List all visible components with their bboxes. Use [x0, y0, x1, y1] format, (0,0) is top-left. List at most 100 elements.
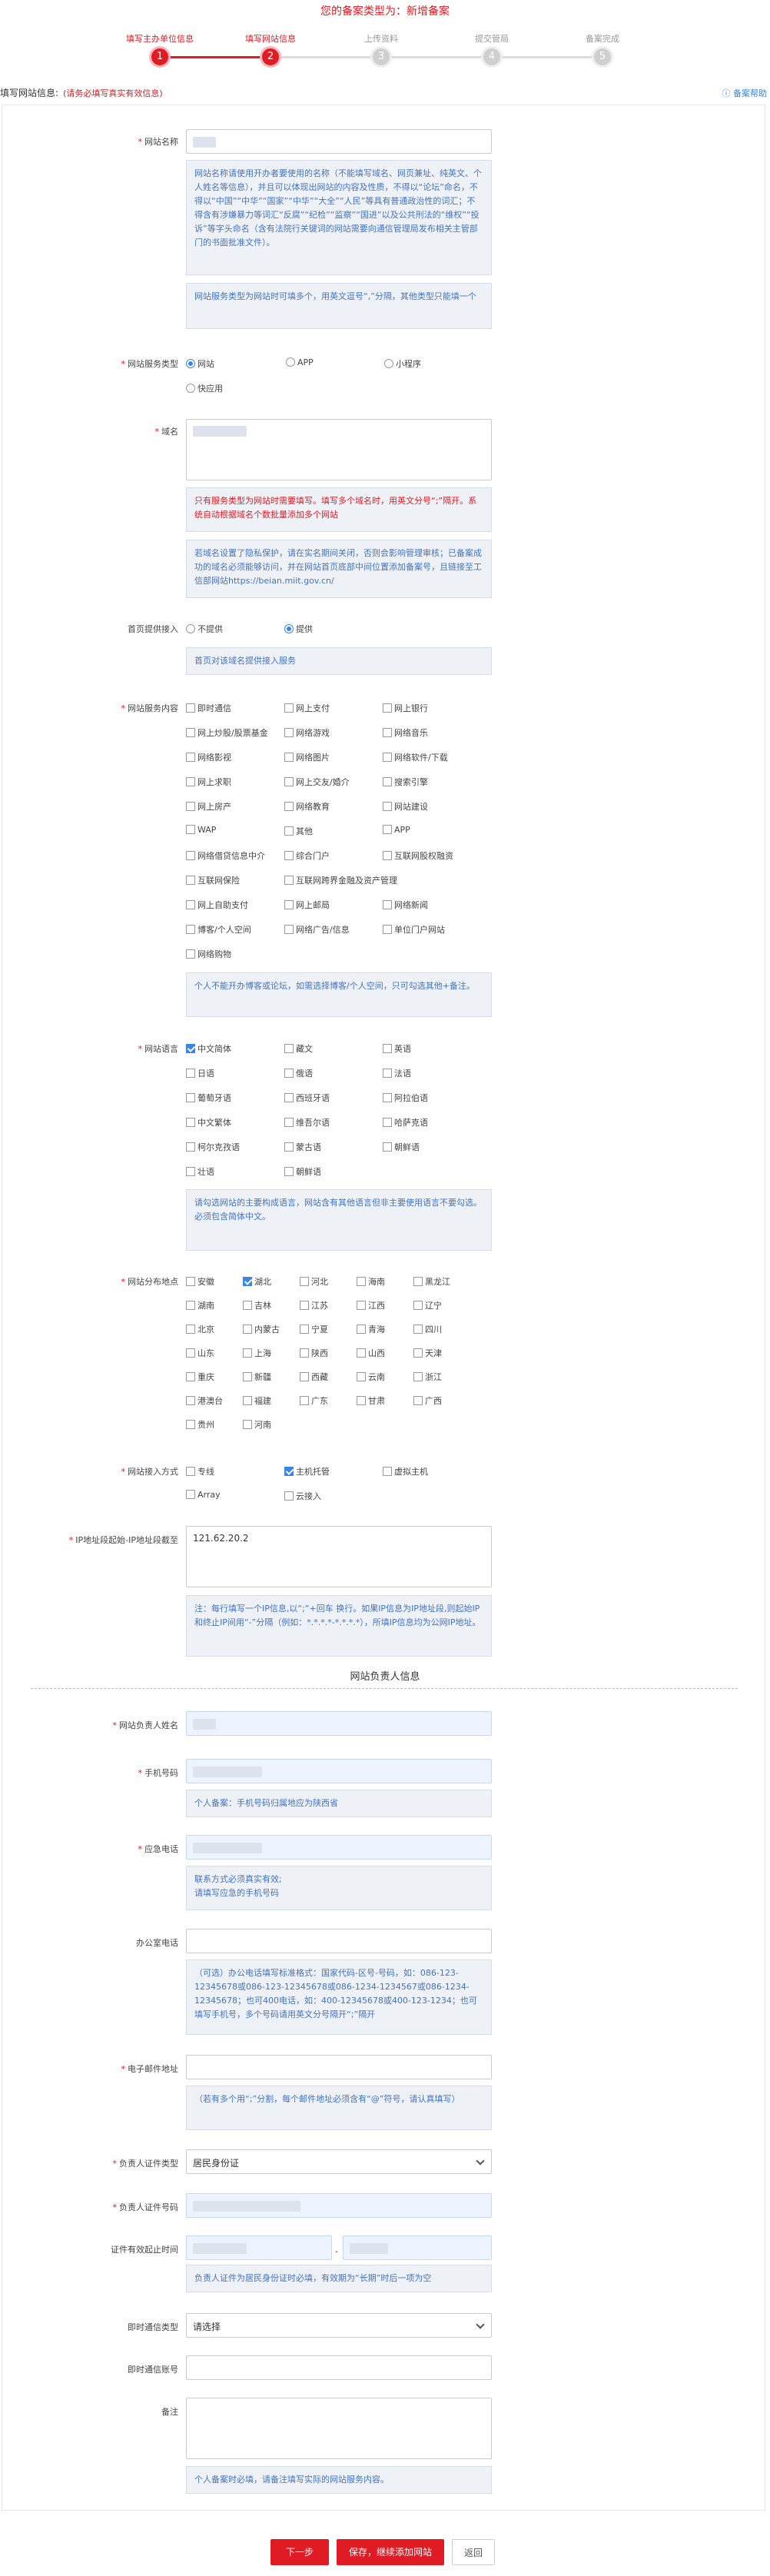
checkbox-icon[interactable]: [383, 1069, 392, 1078]
site-name-input[interactable]: [186, 129, 492, 154]
access-option[interactable]: 不提供: [186, 623, 223, 635]
checkbox-icon[interactable]: [243, 1372, 252, 1381]
help-link[interactable]: ⓘ 备案帮助: [722, 87, 768, 99]
checkbox-icon[interactable]: [413, 1277, 423, 1286]
checkbox-icon[interactable]: [413, 1301, 423, 1310]
content-option[interactable]: 综合门户: [284, 849, 330, 862]
content-option[interactable]: 网上房产: [186, 800, 231, 813]
region-option[interactable]: 上海: [243, 1347, 271, 1359]
region-option[interactable]: 四川: [413, 1323, 442, 1335]
checkbox-icon[interactable]: [383, 802, 392, 811]
region-option[interactable]: 江苏: [300, 1299, 328, 1311]
checkbox-icon[interactable]: [284, 728, 294, 737]
checkbox-icon[interactable]: [243, 1277, 252, 1286]
region-option[interactable]: 辽宁: [413, 1299, 442, 1311]
checkbox-icon[interactable]: [186, 1093, 195, 1102]
content-option[interactable]: 网上支付: [284, 702, 330, 714]
checkbox-icon[interactable]: [186, 1167, 195, 1176]
content-option[interactable]: 网络新闻: [383, 899, 428, 911]
language-option[interactable]: 朝鲜语: [284, 1165, 321, 1178]
content-option[interactable]: 博客/个人空间: [186, 923, 251, 936]
content-option[interactable]: 网络影视: [186, 751, 231, 763]
region-option[interactable]: 新疆: [243, 1371, 271, 1383]
region-option[interactable]: 安徽: [186, 1275, 214, 1288]
checkbox-icon[interactable]: [413, 1325, 423, 1334]
language-option[interactable]: 朝鲜语: [383, 1141, 420, 1153]
region-option[interactable]: 河北: [300, 1275, 328, 1288]
content-option[interactable]: 网上自助支付: [186, 899, 248, 911]
checkbox-icon[interactable]: [186, 1118, 195, 1127]
checkbox-icon[interactable]: [186, 925, 195, 934]
checkbox-icon[interactable]: [383, 753, 392, 762]
checkbox-icon[interactable]: [284, 777, 294, 786]
radio-icon[interactable]: [186, 624, 195, 633]
checkbox-icon[interactable]: [413, 1372, 423, 1381]
content-option[interactable]: 网上炒股/股票基金: [186, 726, 268, 739]
valid-start-input[interactable]: [186, 2235, 332, 2260]
ip-input[interactable]: 121.62.20.2: [186, 1526, 492, 1587]
checkbox-icon[interactable]: [300, 1348, 309, 1358]
content-option[interactable]: 即时通信: [186, 702, 231, 714]
region-option[interactable]: 宁夏: [300, 1323, 328, 1335]
checkbox-icon[interactable]: [357, 1277, 366, 1286]
radio-icon[interactable]: [186, 384, 195, 393]
language-option[interactable]: 俄语: [284, 1067, 313, 1079]
office-phone-input[interactable]: [186, 1929, 492, 1953]
content-option[interactable]: 搜索引擎: [383, 776, 428, 788]
id-no-input[interactable]: [186, 2193, 492, 2218]
content-option[interactable]: 网络音乐: [383, 726, 428, 739]
id-type-select[interactable]: 居民身份证: [186, 2149, 492, 2174]
save-continue-button[interactable]: 保存，继续添加网站: [337, 2539, 444, 2565]
domain-input[interactable]: [186, 419, 492, 480]
region-option[interactable]: 广西: [413, 1394, 442, 1407]
im-type-select[interactable]: 请选择: [186, 2313, 492, 2338]
checkbox-icon[interactable]: [357, 1372, 366, 1381]
checkbox-icon[interactable]: [383, 703, 392, 713]
checkbox-icon[interactable]: [383, 1044, 392, 1053]
checkbox-icon[interactable]: [243, 1420, 252, 1429]
language-option[interactable]: 中文繁体: [186, 1116, 231, 1128]
checkbox-icon[interactable]: [300, 1277, 309, 1286]
region-option[interactable]: 海南: [357, 1275, 385, 1288]
region-option[interactable]: 黑龙江: [413, 1275, 450, 1288]
checkbox-icon[interactable]: [357, 1301, 366, 1310]
content-option[interactable]: 互联网保险: [186, 874, 240, 886]
emergency-input[interactable]: [186, 1835, 492, 1860]
region-option[interactable]: 山西: [357, 1347, 385, 1359]
checkbox-icon[interactable]: [284, 876, 294, 885]
checkbox-icon[interactable]: [300, 1396, 309, 1405]
checkbox-icon[interactable]: [300, 1325, 309, 1334]
checkbox-icon[interactable]: [186, 1372, 195, 1381]
checkbox-icon[interactable]: [383, 777, 392, 786]
region-option[interactable]: 浙江: [413, 1371, 442, 1383]
content-option[interactable]: 网络图片: [284, 751, 330, 763]
content-option[interactable]: 其他: [284, 825, 313, 837]
checkbox-icon[interactable]: [284, 1167, 294, 1176]
language-option[interactable]: 日语: [186, 1067, 214, 1079]
checkbox-icon[interactable]: [186, 1142, 195, 1152]
checkbox-icon[interactable]: [284, 900, 294, 909]
checkbox-icon[interactable]: [186, 753, 195, 762]
checkbox-icon[interactable]: [284, 1491, 294, 1501]
language-option[interactable]: 阿拉伯语: [383, 1092, 428, 1104]
checkbox-icon[interactable]: [383, 728, 392, 737]
language-option[interactable]: 壮语: [186, 1165, 214, 1178]
access-mode-option[interactable]: 专线: [186, 1465, 214, 1477]
checkbox-icon[interactable]: [284, 802, 294, 811]
back-button[interactable]: 返回: [452, 2539, 495, 2565]
checkbox-icon[interactable]: [186, 1467, 195, 1476]
region-option[interactable]: 重庆: [186, 1371, 214, 1383]
next-button[interactable]: 下一步: [270, 2539, 329, 2565]
content-option[interactable]: 网上求职: [186, 776, 231, 788]
checkbox-icon[interactable]: [186, 949, 195, 959]
checkbox-icon[interactable]: [357, 1348, 366, 1358]
access-mode-option[interactable]: 虚拟主机: [383, 1465, 428, 1477]
content-option[interactable]: 网站建设: [383, 800, 428, 813]
access-mode-option[interactable]: Array: [186, 1490, 221, 1500]
checkbox-icon[interactable]: [383, 1118, 392, 1127]
checkbox-icon[interactable]: [300, 1301, 309, 1310]
checkbox-icon[interactable]: [284, 1044, 294, 1053]
content-option[interactable]: 网络软件/下载: [383, 751, 448, 763]
radio-icon[interactable]: [284, 624, 294, 633]
checkbox-icon[interactable]: [284, 851, 294, 860]
